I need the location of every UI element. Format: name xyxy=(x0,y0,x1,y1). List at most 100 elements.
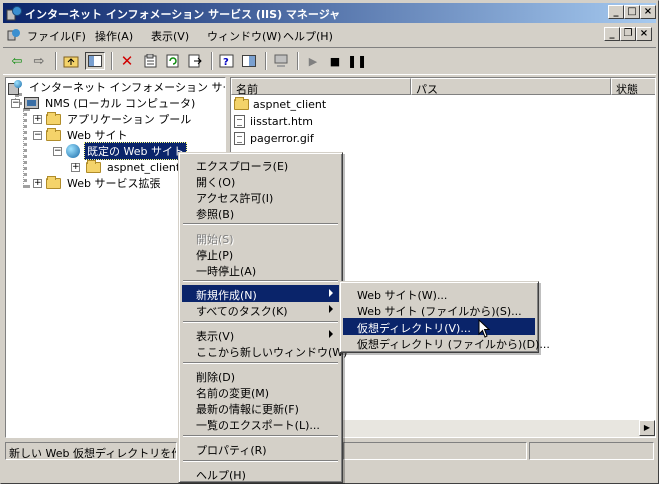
menu-item-permissions[interactable]: アクセス許可(I) xyxy=(182,188,339,205)
menu-item-all-tasks[interactable]: すべてのタスク(K) xyxy=(182,301,339,318)
menu-view[interactable]: 表示(V) xyxy=(151,28,189,44)
menu-item-new-window[interactable]: ここから新しいウィンドウ(W) xyxy=(182,342,347,359)
submenu-item-virtual-directory[interactable]: 仮想ディレクトリ(V)... xyxy=(343,318,535,335)
tree-label: Web サイト xyxy=(67,129,128,142)
tree-label: Web サービス拡張 xyxy=(67,177,161,190)
up-folder-icon[interactable] xyxy=(61,52,81,70)
menu-separator xyxy=(183,435,338,437)
menu-item-open[interactable]: 開く(O) xyxy=(182,172,339,189)
column-header-status[interactable]: 状態 xyxy=(611,78,655,96)
window-title: インターネット インフォメーション サービス (IIS) マネージャ xyxy=(25,8,341,21)
tree-label: NMS (ローカル コンピュータ) xyxy=(45,97,196,110)
pause-icon[interactable]: ❚❚ xyxy=(347,52,367,70)
minimize-button[interactable]: _ xyxy=(608,5,624,19)
submenu-item-virtual-directory-from-file[interactable]: 仮想ディレクトリ (ファイルから)(D)... xyxy=(343,334,550,351)
mmc-doc-icon[interactable] xyxy=(7,28,21,45)
mouse-cursor-icon xyxy=(478,319,491,338)
maximize-button[interactable]: □ xyxy=(624,5,640,19)
mdi-close-button[interactable]: × xyxy=(636,27,652,41)
status-cell-blank xyxy=(529,442,654,460)
new-submenu: Web サイト(W)... Web サイト (ファイルから)(S)... 仮想デ… xyxy=(339,281,550,353)
mdi-minimize-button[interactable]: _ xyxy=(604,27,620,41)
tree-node-web-extensions[interactable]: Web サービス拡張 xyxy=(46,175,162,191)
submenu-item-website[interactable]: Web サイト(W)... xyxy=(343,285,535,302)
forward-arrow-icon[interactable]: ⇨ xyxy=(29,52,49,70)
expand-icon[interactable]: + xyxy=(33,115,42,124)
menu-separator xyxy=(183,223,338,225)
folder-icon xyxy=(234,96,249,110)
tree-node-app-pools[interactable]: アプリケーション プール xyxy=(46,111,193,127)
context-menu: エクスプローラ(E) 開く(O) アクセス許可(I) 参照(B) 開始(S) 停… xyxy=(178,152,347,483)
list-item[interactable]: pagerror.gif xyxy=(234,130,314,146)
tree-line xyxy=(23,108,27,188)
tree-node-iis-root[interactable]: インターネット インフォメーション サービス xyxy=(8,79,225,95)
menu-window[interactable]: ウィンドウ(W) xyxy=(207,28,281,44)
iis-app-icon xyxy=(6,5,22,21)
submenu-arrow-icon xyxy=(329,330,333,338)
list-item-label: iisstart.htm xyxy=(250,114,313,128)
refresh-icon[interactable] xyxy=(163,52,183,70)
menu-item-new[interactable]: 新規作成(N) xyxy=(182,285,339,302)
menu-item-refresh[interactable]: 最新の情報に更新(F) xyxy=(182,399,339,416)
list-item-label: pagerror.gif xyxy=(250,131,314,145)
list-item[interactable]: aspnet_client xyxy=(234,96,326,112)
menu-item-start: 開始(S) xyxy=(196,233,234,246)
svg-text:?: ? xyxy=(223,57,229,68)
submenu-arrow-icon xyxy=(329,305,333,313)
menu-item-pause[interactable]: 一時停止(A) xyxy=(182,261,339,278)
column-header-path[interactable]: パス xyxy=(411,78,611,96)
menu-item-stop[interactable]: 停止(P) xyxy=(182,245,339,262)
status-text: 新しい Web 仮想ディレクトリを作成します。 xyxy=(5,442,177,460)
export-icon[interactable] xyxy=(185,52,205,70)
mdi-restore-button[interactable]: ❐ xyxy=(620,27,636,41)
collapse-icon[interactable]: − xyxy=(33,131,42,140)
iis-manager-window: インターネット インフォメーション サービス (IIS) マネージャ _ □ ×… xyxy=(0,0,659,484)
menu-item-rename[interactable]: 名前の変更(M) xyxy=(182,383,339,400)
collapse-icon[interactable]: − xyxy=(11,99,20,108)
menu-item-view[interactable]: 表示(V) xyxy=(182,326,339,343)
iis-root-icon xyxy=(8,80,23,95)
menu-help[interactable]: ヘルプ(H) xyxy=(283,28,333,44)
tree-node-computer[interactable]: NMS (ローカル コンピュータ) xyxy=(24,95,197,111)
computer-icon[interactable] xyxy=(271,52,291,70)
list-item[interactable]: iisstart.htm xyxy=(234,113,313,129)
menu-item-all-tasks-label: すべてのタスク(K) xyxy=(196,305,288,318)
tree-node-websites[interactable]: Web サイト xyxy=(46,127,129,143)
submenu-arrow-icon xyxy=(329,289,333,297)
show-hide-tree-icon[interactable] xyxy=(85,52,105,70)
tree-label: aspnet_client xyxy=(107,160,181,174)
menu-item-help[interactable]: ヘルプ(H) xyxy=(182,465,339,482)
tree-label-selected: 既定の Web サイト xyxy=(84,142,187,160)
html-file-icon xyxy=(234,114,245,128)
menu-item-properties[interactable]: プロパティ(R) xyxy=(182,440,339,457)
menu-bar: ファイル(F) 操作(A) 表示(V) ウィンドウ(W) ヘルプ(H) _ ❐ … xyxy=(3,25,656,45)
title-bar[interactable]: インターネット インフォメーション サービス (IIS) マネージャ _ □ × xyxy=(3,3,656,23)
tree-label: インターネット インフォメーション サービス xyxy=(29,81,225,94)
tree-node-default-site[interactable]: 既定の Web サイト xyxy=(66,142,187,160)
menu-item-browse[interactable]: 参照(B) xyxy=(182,204,339,221)
properties-icon[interactable] xyxy=(141,52,161,70)
submenu-item-website-from-file[interactable]: Web サイト (ファイルから)(S)... xyxy=(343,301,535,318)
menu-item-delete[interactable]: 削除(D) xyxy=(182,367,339,384)
help-icon[interactable]: ? xyxy=(217,52,237,70)
column-header-name[interactable]: 名前 xyxy=(231,78,411,96)
play-icon[interactable]: ▶ xyxy=(303,52,323,70)
menu-item-export-list[interactable]: 一覧のエクスポート(L)... xyxy=(182,415,339,432)
toolbar-separator xyxy=(265,52,267,70)
scroll-right-icon[interactable]: ▶ xyxy=(639,420,655,436)
show-hide-pane-icon[interactable] xyxy=(239,52,259,70)
toolbar-separator xyxy=(55,52,57,70)
menu-item-explore[interactable]: エクスプローラ(E) xyxy=(182,156,339,173)
menu-file[interactable]: ファイル(F) xyxy=(27,28,86,44)
folder-icon xyxy=(46,175,61,189)
menu-action[interactable]: 操作(A) xyxy=(95,28,133,44)
stop-icon[interactable]: ■ xyxy=(325,52,345,70)
expand-icon[interactable]: + xyxy=(71,163,80,172)
expand-icon[interactable]: + xyxy=(33,179,42,188)
collapse-icon[interactable]: − xyxy=(53,147,62,156)
menu-separator xyxy=(183,362,338,364)
delete-icon[interactable]: ✕ xyxy=(117,52,137,70)
back-arrow-icon[interactable]: ⇦ xyxy=(7,52,27,70)
close-button[interactable]: × xyxy=(640,5,656,19)
tree-node-aspnet-client[interactable]: aspnet_client xyxy=(86,159,182,175)
